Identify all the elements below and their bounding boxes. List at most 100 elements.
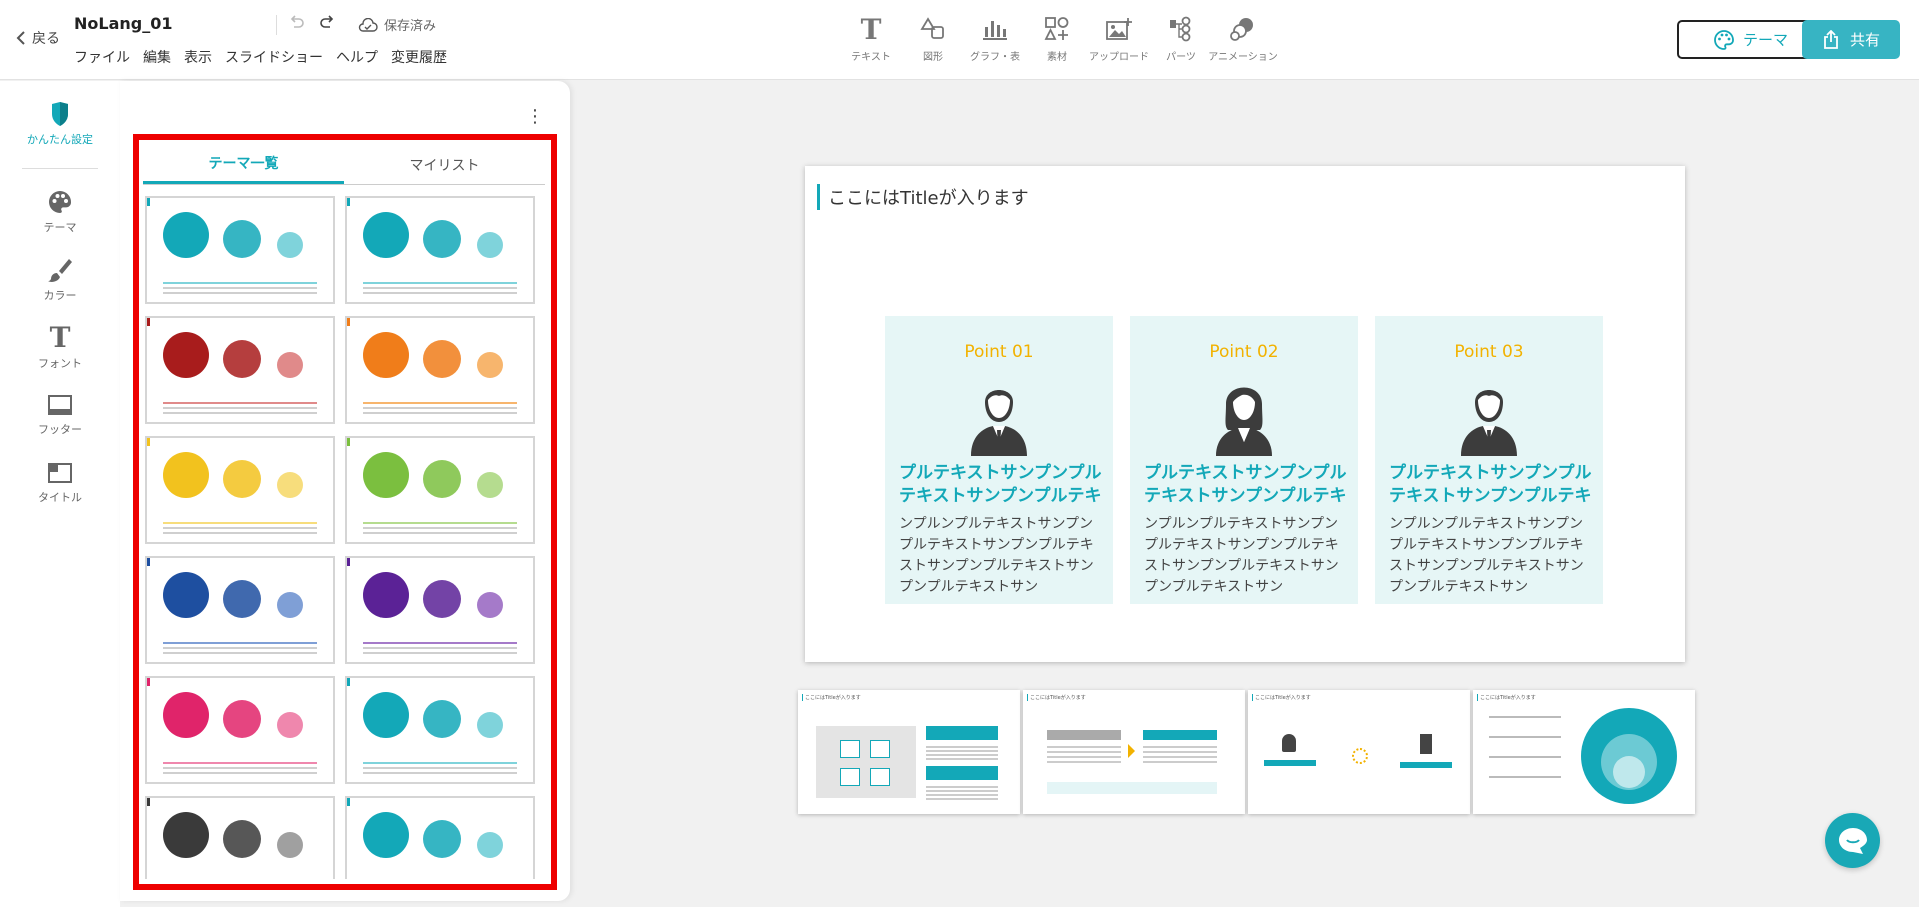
theme-thumbnail-circle — [277, 712, 303, 738]
material-icon — [1044, 14, 1070, 44]
back-label: 戻る — [32, 31, 60, 47]
animation-icon — [1229, 14, 1257, 44]
menu-bar: ファイル 編集 表示 スライドショー ヘルプ 変更履歴 — [74, 47, 447, 67]
theme-thumbnail-circle — [277, 232, 303, 258]
palette-icon — [1714, 29, 1734, 50]
theme-thumbnail-4[interactable] — [345, 316, 535, 424]
theme-thumbnail-circle — [223, 820, 261, 858]
menu-file[interactable]: ファイル — [74, 47, 130, 67]
rail-font[interactable]: T フォント — [0, 324, 120, 371]
thumbnail-chart-icon — [840, 740, 860, 758]
theme-thumbnail-title-bar — [347, 558, 533, 566]
slide-canvas[interactable]: ここにはTitleが入ります Point 01 プルテキストサンプンプルテキスト… — [805, 166, 1685, 662]
slide-thumbnail-2[interactable]: ここにはTitleが入ります — [1023, 690, 1245, 814]
undo-icon[interactable] — [288, 14, 306, 37]
theme-button-label: テーマ — [1742, 31, 1788, 49]
thumbnail-cycle-icon — [1352, 748, 1368, 764]
theme-thumbnail-10[interactable] — [345, 676, 535, 784]
tool-chart[interactable]: グラフ・表 — [964, 14, 1026, 63]
theme-thumbnail-text-lines — [363, 642, 517, 657]
theme-thumbnail-text-lines — [363, 282, 517, 297]
theme-thumbnail-11[interactable] — [145, 796, 335, 879]
point-heading: プルテキストサンプンプルテキストサンプンプルテキ — [899, 463, 1102, 506]
slide-thumbnail-1[interactable]: ここにはTitleが入ります — [798, 690, 1020, 814]
thumbnail-title: ここにはTitleが入ります — [802, 694, 861, 701]
rail-easy-settings[interactable]: かんたん設定 — [0, 101, 120, 147]
document-title[interactable]: NoLang_01 — [74, 14, 172, 33]
theme-thumbnail-1[interactable] — [145, 196, 335, 304]
rail-footer[interactable]: フッター — [0, 393, 120, 437]
theme-tabs: テーマ一覧 マイリスト — [143, 145, 545, 185]
theme-thumbnail-circle — [477, 472, 503, 498]
theme-thumbnail-circle — [277, 592, 303, 618]
menu-view[interactable]: 表示 — [184, 47, 212, 67]
upload-icon — [1105, 14, 1133, 44]
redo-icon[interactable] — [318, 14, 336, 37]
theme-thumbnail-8[interactable] — [345, 556, 535, 664]
theme-thumbnail-circle — [223, 460, 261, 498]
point-card-3[interactable]: Point 03 プルテキストサンプンプルテキストサンプンプルテキ ンプルンプル… — [1375, 316, 1603, 604]
palette-icon — [49, 191, 72, 213]
slide-thumbnail-3[interactable]: ここにはTitleが入ります — [1248, 690, 1470, 814]
theme-thumbnail-9[interactable] — [145, 676, 335, 784]
theme-thumbnail-7[interactable] — [145, 556, 335, 664]
theme-thumbnail-6[interactable] — [345, 436, 535, 544]
point-card-2[interactable]: Point 02 プルテキストサンプンプルテキストサンプンプルテキ ンプルンプル… — [1130, 316, 1358, 604]
slide-thumbnail-4[interactable]: ここにはTitleが入ります — [1473, 690, 1695, 814]
thumbnail-title: ここにはTitleが入ります — [1252, 694, 1311, 701]
theme-thumbnail-circle — [277, 832, 303, 858]
title-layout-icon — [48, 463, 72, 483]
theme-thumbnail-text-lines — [363, 522, 517, 537]
menu-edit[interactable]: 編集 — [143, 47, 171, 67]
theme-thumbnail-title-bar — [347, 198, 533, 206]
save-status-label: 保存済み — [384, 19, 437, 34]
slide-title[interactable]: ここにはTitleが入ります — [817, 184, 1029, 210]
theme-thumbnail-title-bar — [147, 678, 333, 686]
theme-thumbnail-12[interactable] — [345, 796, 535, 879]
tool-shape[interactable]: 図形 — [902, 14, 964, 63]
tab-theme-list[interactable]: テーマ一覧 — [143, 145, 344, 184]
menu-slideshow[interactable]: スライドショー — [225, 47, 323, 67]
chart-icon — [982, 14, 1008, 44]
theme-thumbnail-title-bar — [347, 678, 533, 686]
thumbnail-label-bar — [926, 726, 998, 740]
tool-text[interactable]: T テキスト — [840, 13, 902, 64]
theme-thumbnail-text-lines — [163, 642, 317, 657]
tab-my-list[interactable]: マイリスト — [344, 145, 545, 184]
point-heading: プルテキストサンプンプルテキストサンプンプルテキ — [1144, 463, 1347, 506]
tool-animation[interactable]: アニメーション — [1208, 14, 1278, 63]
theme-thumbnail-circle — [163, 332, 209, 378]
point-label: Point 02 — [1209, 342, 1279, 362]
point-heading: プルテキストサンプンプルテキストサンプンプルテキ — [1389, 463, 1592, 506]
rail-theme[interactable]: テーマ — [0, 189, 120, 235]
menu-help[interactable]: ヘルプ — [336, 47, 378, 67]
share-button[interactable]: 共有 — [1802, 20, 1900, 59]
tool-upload[interactable]: アップロード — [1088, 14, 1150, 63]
thumbnail-label-bar — [1047, 730, 1121, 740]
tool-material[interactable]: 素材 — [1026, 14, 1088, 63]
theme-thumbnail-text-lines — [163, 402, 317, 417]
theme-thumbnail-2[interactable] — [345, 196, 535, 304]
point-label: Point 03 — [1454, 342, 1524, 362]
theme-thumbnail-circle — [423, 580, 461, 618]
point-card-1[interactable]: Point 01 プルテキストサンプンプルテキストサンプンプルテキ ンプルンプル… — [885, 316, 1113, 604]
theme-thumbnail-5[interactable] — [145, 436, 335, 544]
more-options-icon[interactable]: ⋮ — [526, 108, 544, 126]
theme-thumbnail-circle — [163, 812, 209, 858]
thumbnail-shape-icon — [870, 740, 890, 758]
theme-thumbnail-3[interactable] — [145, 316, 335, 424]
tool-parts[interactable]: パーツ — [1150, 14, 1212, 63]
theme-thumbnail-circle — [477, 712, 503, 738]
chat-support-button[interactable] — [1825, 813, 1880, 868]
thumbnail-building-icon — [1420, 734, 1432, 754]
rail-color[interactable]: カラー — [0, 257, 120, 303]
theme-thumbnail-text-lines — [363, 402, 517, 417]
chat-bubble-icon — [1838, 827, 1867, 854]
theme-thumbnail-circle — [163, 212, 209, 258]
menu-history[interactable]: 変更履歴 — [391, 47, 447, 67]
rail-title[interactable]: タイトル — [0, 461, 120, 505]
thumbnail-text-lines — [1143, 746, 1217, 748]
back-button[interactable]: 戻る — [16, 28, 60, 48]
theme-thumbnail-circle — [423, 220, 461, 258]
point-body: ンプルンプルテキストサンプンプルテキストサンプンプルテキストサンプンプルテキスト… — [899, 516, 1094, 595]
